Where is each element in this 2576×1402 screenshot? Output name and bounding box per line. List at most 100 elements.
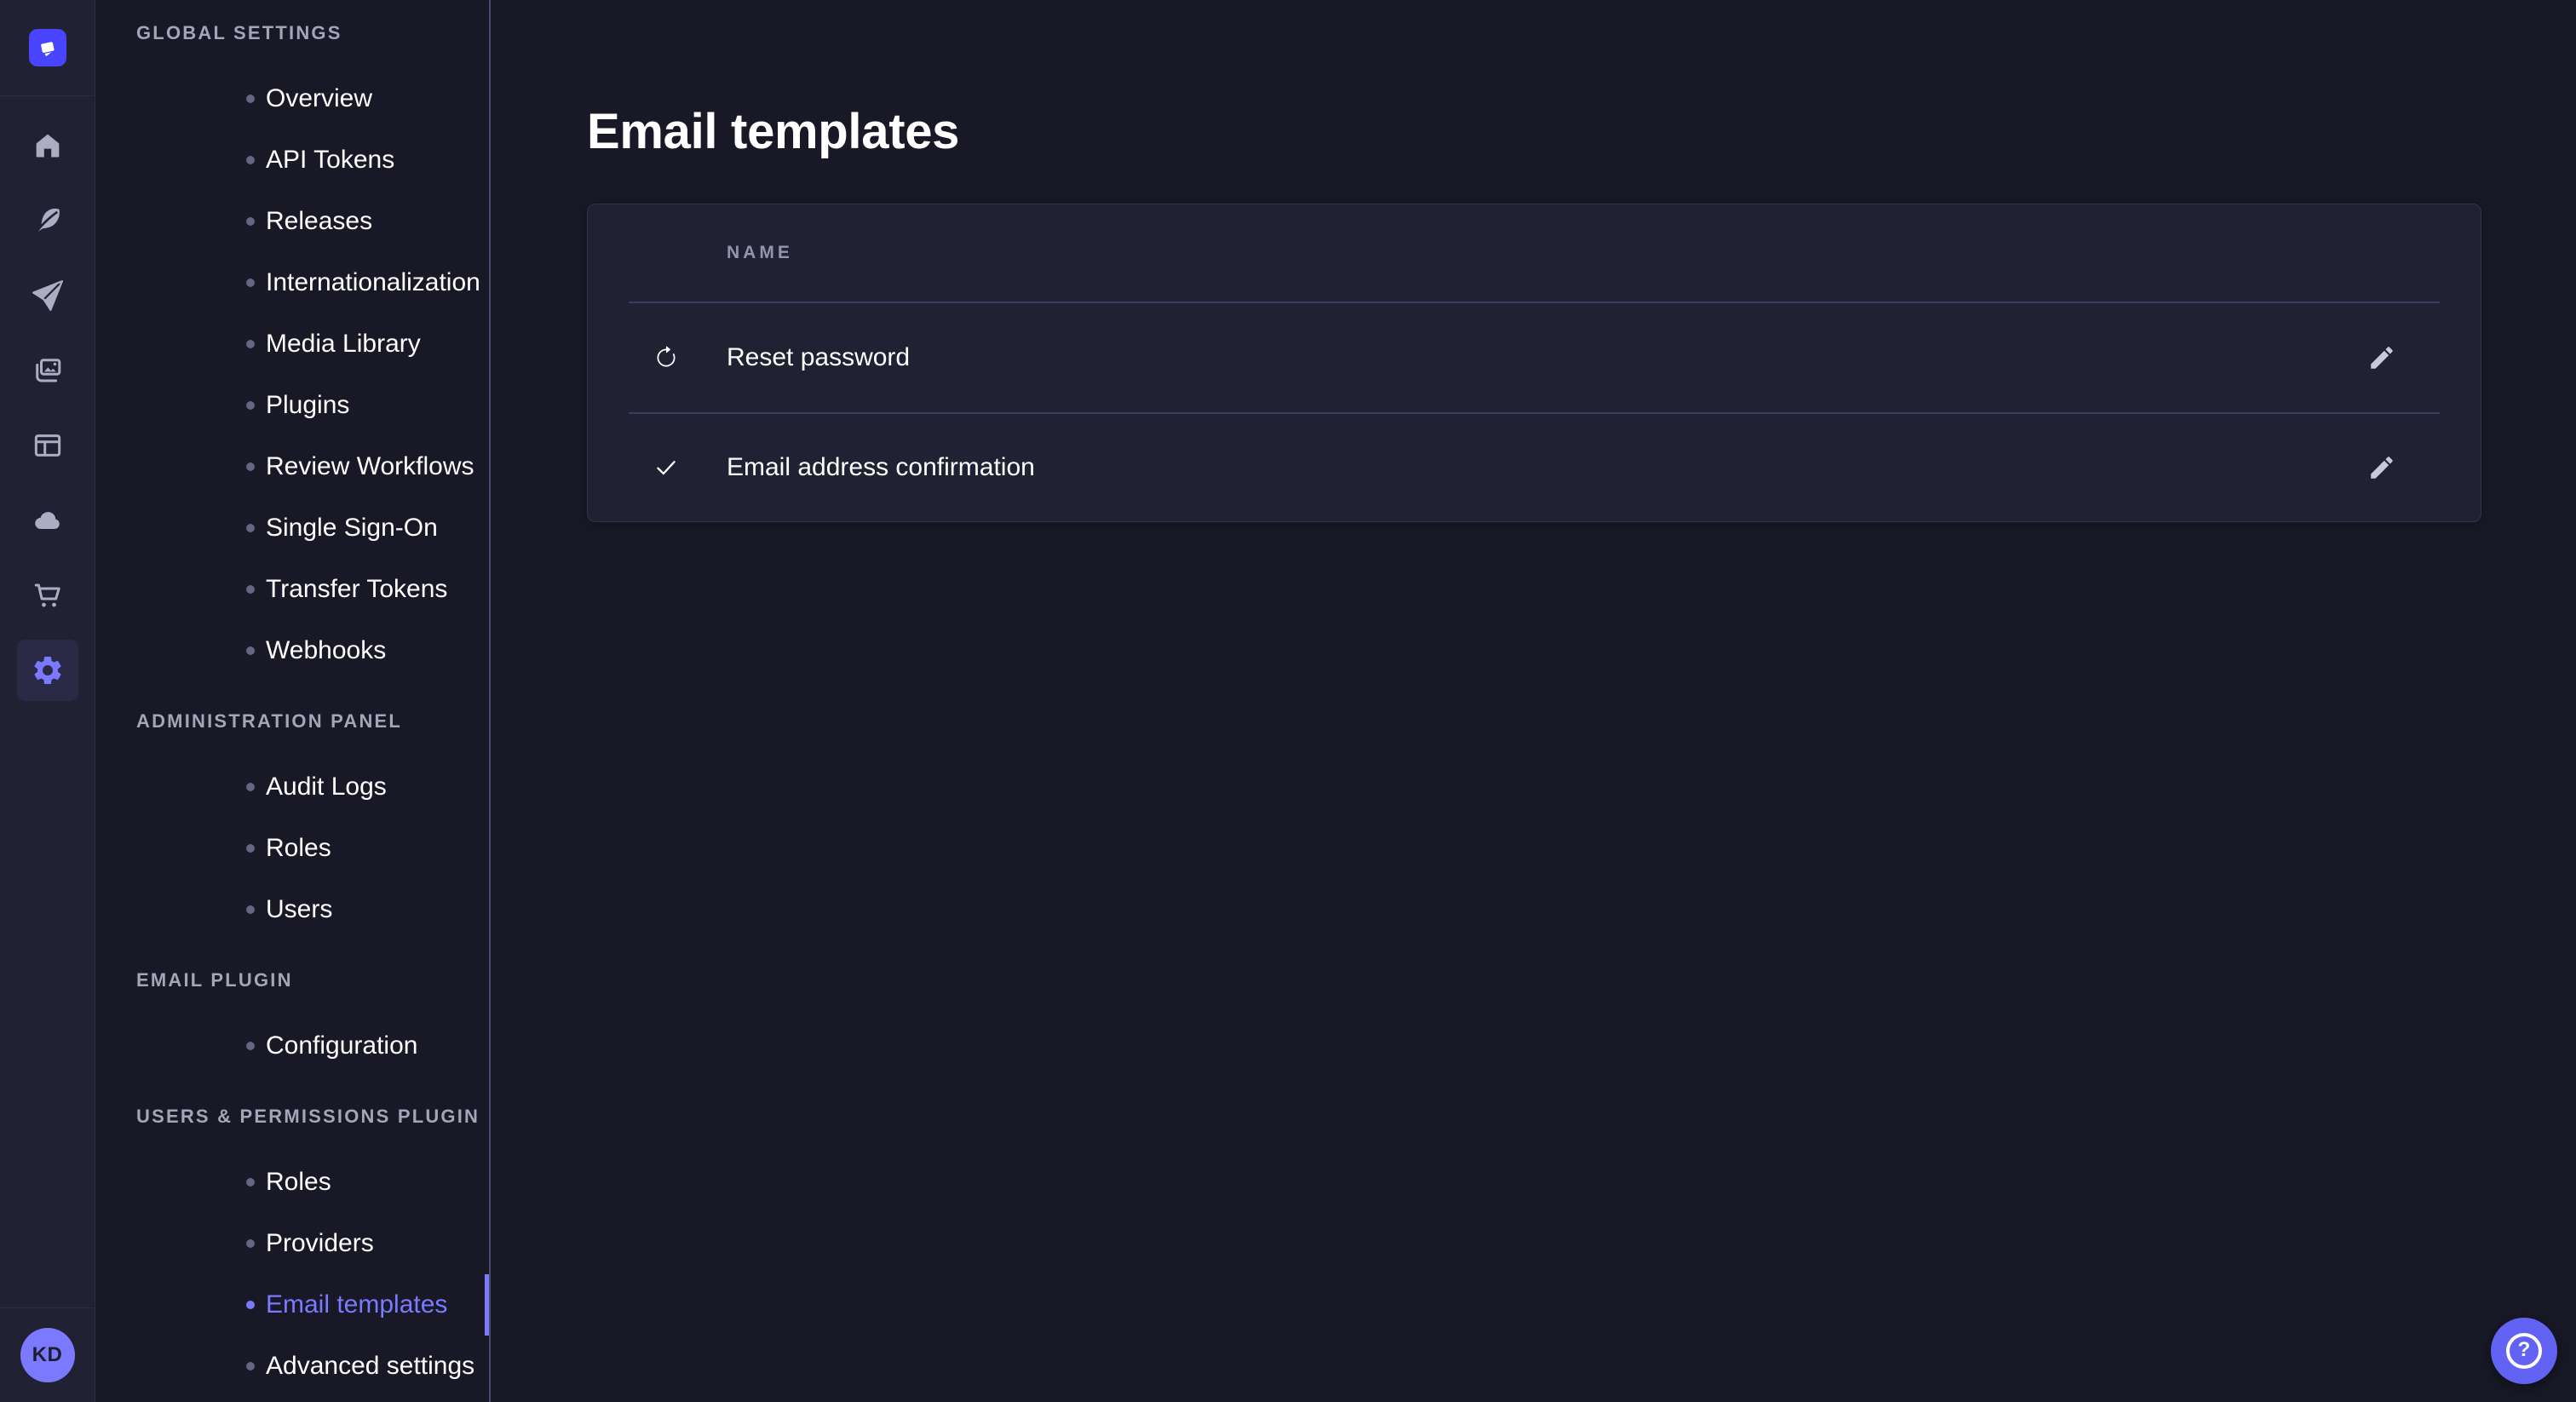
question-mark-icon: ?	[2506, 1333, 2542, 1369]
sidebar-item-label: Advanced settings	[266, 1352, 474, 1381]
sidebar-item-label: Internationalization	[266, 268, 480, 297]
settings-subnav: GLOBAL SETTINGS Overview API Tokens Rele…	[95, 0, 491, 1402]
main-content: Email templates NAME Reset password Emai…	[491, 0, 2576, 1402]
sidebar-item-roles[interactable]: Roles	[95, 1152, 489, 1213]
sidebar-item-label: API Tokens	[266, 146, 394, 175]
sidebar-item-overview[interactable]: Overview	[95, 68, 489, 129]
home-icon[interactable]	[0, 108, 95, 183]
sidebar-item-label: Roles	[266, 1168, 331, 1197]
sidebar-item-label: Single Sign-On	[266, 514, 438, 543]
bullet-icon	[246, 156, 255, 164]
sidebar-item-providers[interactable]: Providers	[95, 1213, 489, 1274]
bullet-icon	[246, 1362, 255, 1370]
subnav-section-header: ADMINISTRATION PANEL	[95, 703, 489, 740]
page-title: Email templates	[587, 106, 959, 158]
check-icon	[654, 456, 678, 480]
edit-button[interactable]	[2367, 453, 2396, 482]
email-templates-table: NAME Reset password Email address confir…	[587, 204, 2481, 522]
sidebar-item-label: Users	[266, 895, 332, 924]
sidebar-item-webhooks[interactable]: Webhooks	[95, 620, 489, 681]
subnav-section: EMAIL PLUGIN Configuration	[95, 962, 489, 1077]
sidebar-item-transfer-tokens[interactable]: Transfer Tokens	[95, 559, 489, 620]
strapi-logo-icon	[36, 37, 59, 60]
sidebar-item-label: Configuration	[266, 1031, 417, 1060]
sidebar-item-label: Webhooks	[266, 636, 386, 665]
sidebar-item-label: Review Workflows	[266, 452, 474, 481]
subnav-section-items: Roles Providers Email templates Advanced…	[95, 1152, 489, 1397]
table-header-row: NAME	[588, 204, 2481, 302]
bullet-icon	[246, 1239, 255, 1248]
refresh-icon	[654, 346, 678, 370]
sidebar-item-label: Audit Logs	[266, 773, 387, 802]
sidebar-item-plugins[interactable]: Plugins	[95, 375, 489, 436]
rail-icon-list	[0, 96, 95, 708]
sidebar-item-releases[interactable]: Releases	[95, 191, 489, 252]
bullet-icon	[246, 905, 255, 914]
sidebar-item-label: Releases	[266, 207, 372, 236]
sidebar-item-review-workflows[interactable]: Review Workflows	[95, 436, 489, 497]
logo-section	[0, 0, 95, 96]
strapi-cloud-icon[interactable]	[0, 483, 95, 558]
edit-button[interactable]	[2367, 343, 2396, 372]
bullet-icon	[246, 1301, 255, 1309]
sidebar-item-label: Transfer Tokens	[266, 575, 447, 604]
sidebar-item-label: Media Library	[266, 330, 421, 359]
bullet-icon	[246, 95, 255, 103]
sidebar-item-label: Email templates	[266, 1290, 447, 1319]
strapi-logo[interactable]	[29, 29, 66, 66]
deployments-icon[interactable]	[0, 258, 95, 333]
table-row-email-address-confirmation[interactable]: Email address confirmation	[588, 414, 2481, 521]
marketplace-icon[interactable]	[0, 558, 95, 633]
table-row-reset-password[interactable]: Reset password	[588, 303, 2481, 412]
media-library-icon[interactable]	[0, 333, 95, 408]
sidebar-item-single-sign-on[interactable]: Single Sign-On	[95, 497, 489, 559]
profile-section: KD	[0, 1307, 95, 1402]
bullet-icon	[246, 1042, 255, 1050]
bullet-icon	[246, 401, 255, 410]
content-type-builder-icon[interactable]	[0, 183, 95, 258]
sidebar-item-media-library[interactable]: Media Library	[95, 313, 489, 375]
template-name: Email address confirmation	[727, 453, 1035, 482]
settings-icon[interactable]	[0, 633, 95, 708]
subnav-section-header: EMAIL PLUGIN	[95, 962, 489, 999]
sidebar-item-api-tokens[interactable]: API Tokens	[95, 129, 489, 191]
content-manager-icon[interactable]	[0, 408, 95, 483]
column-header-name: NAME	[727, 243, 793, 263]
edit-icon	[2367, 453, 2396, 482]
sidebar-item-label: Providers	[266, 1229, 374, 1258]
bullet-icon	[246, 340, 255, 348]
subnav-section: GLOBAL SETTINGS Overview API Tokens Rele…	[95, 14, 489, 681]
bullet-icon	[246, 783, 255, 791]
main-nav-rail: KD	[0, 0, 95, 1402]
subnav-section: USERS & PERMISSIONS PLUGIN Roles Provide…	[95, 1098, 489, 1397]
settings-active-highlight	[17, 640, 78, 701]
subnav-section-items: Overview API Tokens Releases Internation…	[95, 68, 489, 681]
sidebar-item-advanced-settings[interactable]: Advanced settings	[95, 1336, 489, 1397]
sidebar-item-roles[interactable]: Roles	[95, 818, 489, 879]
sidebar-item-label: Overview	[266, 84, 372, 113]
subnav-section-header: USERS & PERMISSIONS PLUGIN	[95, 1098, 489, 1135]
sidebar-item-email-templates[interactable]: Email templates	[95, 1274, 489, 1336]
subnav-section: ADMINISTRATION PANEL Audit Logs Roles Us…	[95, 703, 489, 940]
bullet-icon	[246, 217, 255, 226]
bullet-icon	[246, 463, 255, 471]
sidebar-item-users[interactable]: Users	[95, 879, 489, 940]
subnav-section-items: Configuration	[95, 1015, 489, 1077]
bullet-icon	[246, 524, 255, 532]
help-button[interactable]: ?	[2491, 1318, 2557, 1384]
subnav-section-items: Audit Logs Roles Users	[95, 756, 489, 940]
bullet-icon	[246, 844, 255, 853]
sidebar-item-audit-logs[interactable]: Audit Logs	[95, 756, 489, 818]
avatar[interactable]: KD	[20, 1328, 75, 1382]
bullet-icon	[246, 585, 255, 594]
sidebar-item-label: Roles	[266, 834, 331, 863]
edit-icon	[2367, 343, 2396, 372]
sidebar-item-label: Plugins	[266, 391, 349, 420]
bullet-icon	[246, 279, 255, 287]
sidebar-item-configuration[interactable]: Configuration	[95, 1015, 489, 1077]
sidebar-item-internationalization[interactable]: Internationalization	[95, 252, 489, 313]
bullet-icon	[246, 646, 255, 655]
bullet-icon	[246, 1178, 255, 1187]
template-name: Reset password	[727, 343, 910, 372]
subnav-section-header: GLOBAL SETTINGS	[95, 14, 489, 52]
